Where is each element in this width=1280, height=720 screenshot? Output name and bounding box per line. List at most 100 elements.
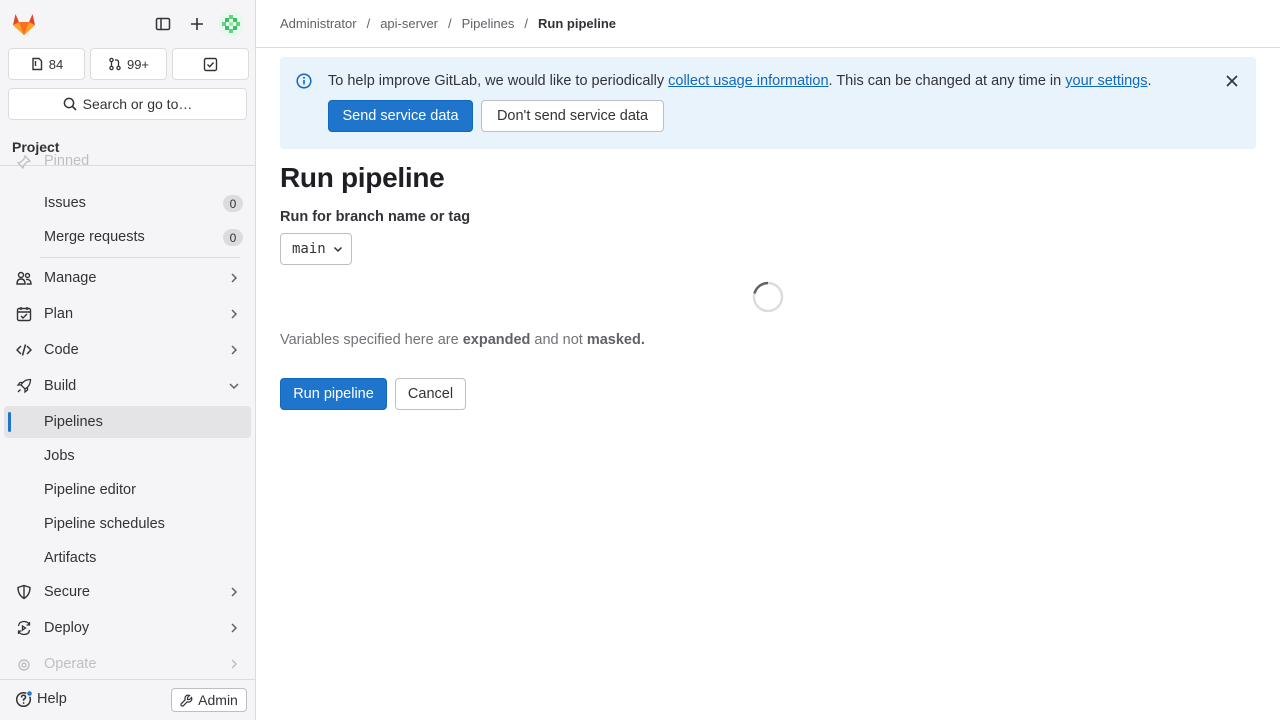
sidebar-item-label: Merge requests bbox=[44, 229, 145, 245]
sidebar-item-label: Deploy bbox=[44, 620, 90, 636]
sidebar-item-code[interactable]: Code bbox=[4, 334, 251, 366]
divider bbox=[40, 257, 240, 258]
admin-area-button[interactable]: Admin bbox=[171, 688, 247, 712]
sidebar-item-label: Build bbox=[44, 378, 77, 394]
chevron-right-icon bbox=[231, 623, 238, 633]
sidebar-item-issues[interactable]: Issues 0 bbox=[4, 187, 251, 219]
sidebar-item-operate[interactable]: Operate bbox=[4, 648, 251, 680]
sidebar-item-label: Plan bbox=[44, 306, 74, 322]
thumbtack-icon bbox=[16, 154, 32, 170]
send-service-data-button[interactable]: Send service data bbox=[328, 100, 473, 132]
assigned-issues-button[interactable]: 84 bbox=[8, 48, 85, 80]
sidebar-item-pipeline-editor[interactable]: Pipeline editor bbox=[4, 474, 251, 506]
alert-text: To help improve GitLab, we would like to… bbox=[328, 73, 669, 89]
cancel-button[interactable]: Cancel bbox=[395, 378, 466, 410]
sidebar-item-plan[interactable]: Plan bbox=[4, 298, 251, 330]
variables-note-text: and not bbox=[530, 332, 587, 348]
sidebar-top bbox=[0, 0, 255, 48]
merge-requests-button[interactable]: 99+ bbox=[90, 48, 167, 80]
sidebar-item-label: Manage bbox=[44, 270, 97, 286]
pinned-section-toggle[interactable]: Pinned bbox=[4, 152, 251, 172]
todo-icon bbox=[203, 57, 218, 71]
run-pipeline-button[interactable]: Run pipeline bbox=[280, 378, 387, 410]
chevron-right-icon bbox=[231, 659, 238, 669]
sidebar-item-secure[interactable]: Secure bbox=[4, 576, 251, 608]
branch-select-value: main bbox=[292, 241, 326, 257]
breadcrumb-item-current[interactable]: Run pipeline bbox=[538, 16, 616, 31]
alert-text: . This can be changed at any time in bbox=[828, 73, 1066, 89]
issues-count: 84 bbox=[48, 56, 64, 72]
merge-request-icon bbox=[109, 57, 121, 71]
sidebar-footer: Help Admin bbox=[0, 679, 255, 720]
breadcrumb-separator: / bbox=[524, 16, 529, 31]
sidebar-item-pipeline-schedules[interactable]: Pipeline schedules bbox=[4, 508, 251, 540]
admin-label: Admin bbox=[198, 692, 238, 708]
sidebar-item-artifacts[interactable]: Artifacts bbox=[4, 542, 251, 574]
question-icon bbox=[15, 690, 33, 708]
branch-select-dropdown[interactable]: main bbox=[280, 233, 352, 265]
sidebar-item-build[interactable]: Build bbox=[4, 370, 251, 402]
variables-note: Variables specified here are expanded an… bbox=[280, 332, 645, 348]
collect-usage-link[interactable]: collect usage information bbox=[668, 73, 828, 89]
loading-spinner-icon bbox=[752, 281, 784, 313]
merge-requests-badge: 0 bbox=[223, 229, 243, 246]
search-label: Search or go to… bbox=[82, 96, 193, 112]
sidebar-item-label: Pipeline schedules bbox=[44, 516, 165, 532]
alert-text: . bbox=[1147, 73, 1152, 89]
counts-row: 84 99+ bbox=[8, 48, 249, 80]
breadcrumb-separator: / bbox=[366, 16, 371, 31]
create-new-icon[interactable] bbox=[185, 12, 209, 36]
wrench-icon bbox=[180, 694, 193, 707]
sidebar-item-pipelines[interactable]: Pipelines bbox=[4, 406, 251, 438]
search-button[interactable]: Search or go to… bbox=[8, 88, 247, 120]
dont-send-service-data-button[interactable]: Don't send service data bbox=[481, 100, 664, 132]
top-bar: Administrator / api-server / Pipelines /… bbox=[256, 0, 1280, 48]
information-icon bbox=[296, 73, 312, 89]
branch-field-label: Run for branch name or tag bbox=[280, 209, 471, 225]
your-settings-link[interactable]: your settings bbox=[1065, 73, 1147, 89]
cloud-gear-icon bbox=[16, 656, 32, 672]
variables-note-masked: masked. bbox=[586, 332, 645, 348]
planning-icon bbox=[16, 306, 32, 322]
breadcrumb-item-administrator[interactable]: Administrator bbox=[280, 16, 357, 31]
pinned-label: Pinned bbox=[44, 153, 90, 169]
shield-icon bbox=[16, 584, 32, 600]
sidebar-item-merge-requests[interactable]: Merge requests 0 bbox=[4, 221, 251, 253]
alert-message: To help improve GitLab, we would like to… bbox=[328, 73, 1152, 89]
variables-note-expanded: expanded bbox=[462, 332, 531, 348]
chevron-right-icon bbox=[231, 273, 238, 283]
breadcrumb-item-pipelines[interactable]: Pipelines bbox=[462, 16, 515, 31]
chevron-down-icon bbox=[333, 246, 342, 253]
users-icon bbox=[16, 270, 32, 286]
sidebar: 84 99+ Search or go to… Project Pinned I… bbox=[0, 0, 256, 720]
sidebar-item-manage[interactable]: Manage bbox=[4, 262, 251, 294]
sidebar-item-label: Pipelines bbox=[44, 414, 103, 430]
close-icon[interactable] bbox=[1224, 73, 1240, 89]
sidebar-item-label: Operate bbox=[44, 656, 97, 672]
toggle-sidebar-icon[interactable] bbox=[151, 12, 175, 36]
search-icon bbox=[63, 97, 77, 111]
sidebar-item-jobs[interactable]: Jobs bbox=[4, 440, 251, 472]
help-button[interactable]: Help bbox=[15, 690, 67, 708]
chevron-right-icon bbox=[231, 587, 238, 597]
code-icon bbox=[16, 342, 32, 358]
user-avatar[interactable] bbox=[218, 11, 244, 37]
usage-data-alert: To help improve GitLab, we would like to… bbox=[280, 57, 1256, 149]
sidebar-item-label: Code bbox=[44, 342, 79, 358]
sidebar-item-label: Secure bbox=[44, 584, 90, 600]
chevron-right-icon bbox=[231, 309, 238, 319]
sidebar-item-label: Artifacts bbox=[44, 550, 97, 566]
breadcrumb-separator: / bbox=[448, 16, 452, 31]
sidebar-item-deploy[interactable]: Deploy bbox=[4, 612, 251, 644]
variables-note-text: Variables specified here are bbox=[280, 332, 463, 348]
chevron-right-icon bbox=[231, 345, 238, 355]
gitlab-logo-icon[interactable] bbox=[11, 11, 37, 37]
issues-icon bbox=[32, 57, 42, 71]
todo-list-button[interactable] bbox=[172, 48, 249, 80]
chevron-down-icon bbox=[229, 383, 239, 390]
sidebar-item-label: Pipeline editor bbox=[44, 482, 136, 498]
sidebar-item-label: Jobs bbox=[44, 448, 75, 464]
breadcrumb-item-project[interactable]: api-server bbox=[380, 16, 438, 31]
breadcrumb: Administrator / api-server / Pipelines /… bbox=[280, 16, 616, 31]
issues-badge: 0 bbox=[223, 195, 243, 212]
